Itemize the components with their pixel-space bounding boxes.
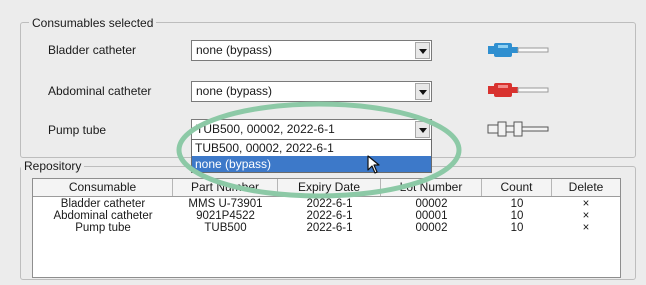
consumable-cell: Abdominal catheter — [53, 210, 153, 222]
column-header-count[interactable]: Count — [482, 179, 552, 196]
table-row[interactable]: Pump tube TUB500 2022-6-1 00002 10 × — [33, 222, 620, 234]
bladder-catheter-select-value: none (bypass) — [196, 43, 273, 57]
chevron-down-icon[interactable] — [415, 121, 430, 138]
delete-icon[interactable]: × — [552, 222, 620, 234]
blue-catheter-connector-icon — [488, 43, 549, 57]
column-header-delete[interactable]: Delete — [552, 179, 620, 196]
consumables-selected-title: Consumables selected — [29, 16, 157, 30]
abdominal-catheter-select[interactable]: none (bypass) — [191, 81, 432, 102]
part-number-cell: MMS U-73901 — [188, 198, 263, 210]
abdominal-catheter-select-value: none (bypass) — [196, 84, 273, 98]
consumable-cell: Pump tube — [75, 222, 131, 234]
lot-number-cell: 00002 — [415, 222, 448, 234]
red-catheter-connector-icon — [488, 83, 549, 97]
expiry-date-cell: 2022-6-1 — [306, 222, 353, 234]
pump-tube-icon — [487, 121, 549, 137]
bladder-catheter-label: Bladder catheter — [48, 43, 137, 57]
expiry-date-cell: 2022-6-1 — [306, 210, 353, 222]
count-cell: 10 — [510, 222, 524, 234]
pump-tube-label: Pump tube — [48, 123, 107, 137]
mouse-cursor-icon — [367, 155, 380, 174]
dropdown-option-tub500[interactable]: TUB500, 00002, 2022-6-1 — [192, 140, 431, 156]
delete-icon[interactable]: × — [552, 198, 620, 210]
bladder-catheter-select[interactable]: none (bypass) — [191, 40, 432, 61]
repository-table[interactable]: Consumable Part Number Expiry Date Lot N… — [32, 178, 621, 278]
part-number-cell: TUB500 — [204, 222, 247, 234]
repository-title: Repository — [21, 159, 85, 173]
chevron-down-icon[interactable] — [415, 83, 430, 100]
pump-tube-select-value: TUB500, 00002, 2022-6-1 — [196, 122, 335, 136]
abdominal-catheter-label: Abdominal catheter — [48, 84, 152, 98]
pump-tube-dropdown-list[interactable]: TUB500, 00002, 2022-6-1 none (bypass) — [191, 139, 432, 173]
pump-tube-select[interactable]: TUB500, 00002, 2022-6-1 — [191, 119, 432, 140]
table-row[interactable]: Bladder catheter MMS U-73901 2022-6-1 00… — [33, 198, 620, 210]
consumable-cell: Bladder catheter — [60, 198, 146, 210]
table-header: Consumable Part Number Expiry Date Lot N… — [33, 179, 620, 197]
part-number-cell: 9021P4522 — [196, 210, 255, 222]
chevron-down-icon[interactable] — [415, 42, 430, 59]
column-header-part-number[interactable]: Part Number — [173, 179, 278, 196]
lot-number-cell: 00002 — [415, 198, 448, 210]
lot-number-cell: 00001 — [415, 210, 448, 222]
dropdown-option-none-bypass[interactable]: none (bypass) — [192, 156, 431, 172]
column-header-lot-number[interactable]: Lot Number — [381, 179, 482, 196]
table-row[interactable]: Abdominal catheter 9021P4522 2022-6-1 00… — [33, 210, 620, 222]
delete-icon[interactable]: × — [552, 210, 620, 222]
expiry-date-cell: 2022-6-1 — [306, 198, 353, 210]
count-cell: 10 — [510, 198, 524, 210]
column-header-expiry-date[interactable]: Expiry Date — [278, 179, 381, 196]
column-header-consumable[interactable]: Consumable — [33, 179, 173, 196]
count-cell: 10 — [510, 210, 524, 222]
